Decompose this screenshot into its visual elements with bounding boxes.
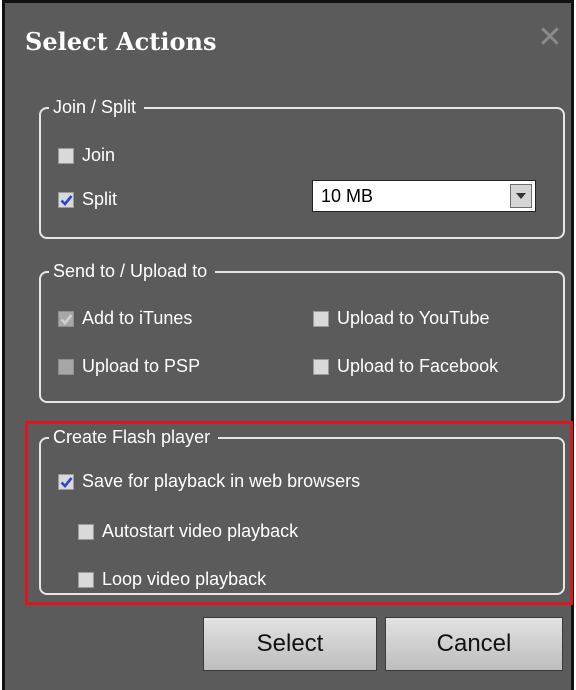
join-split-group: Join / Split (39, 96, 565, 239)
upload-psp-checkbox[interactable]: Upload to PSP (58, 356, 200, 377)
upload-psp-label: Upload to PSP (82, 356, 201, 376)
chevron-down-icon[interactable] (510, 184, 532, 208)
checkbox-checked-icon (58, 473, 74, 490)
split-size-select[interactable]: 10 MB (312, 180, 536, 212)
close-icon[interactable]: ✕ (535, 23, 565, 53)
send-upload-group: Send to / Upload to (39, 260, 565, 403)
upload-facebook-label: Upload to Facebook (337, 356, 499, 376)
loop-checkbox[interactable]: Loop video playback (78, 569, 266, 590)
upload-youtube-checkbox[interactable]: Upload to YouTube (313, 308, 489, 329)
split-size-value: 10 MB (321, 186, 374, 206)
checkbox-disabled-box (58, 358, 74, 375)
checkbox-box (58, 147, 74, 164)
save-web-checkbox[interactable]: Save for playback in web browsers (58, 471, 360, 492)
add-itunes-label: Add to iTunes (82, 308, 193, 328)
upload-facebook-checkbox[interactable]: Upload to Facebook (313, 356, 498, 377)
dialog-title: Select Actions (25, 27, 217, 56)
send-upload-legend: Send to / Upload to (49, 260, 216, 282)
checkbox-box (313, 358, 329, 375)
autostart-label: Autostart video playback (102, 521, 299, 541)
join-split-legend: Join / Split (49, 96, 145, 118)
loop-label: Loop video playback (102, 569, 267, 589)
join-checkbox[interactable]: Join (58, 145, 115, 166)
autostart-checkbox[interactable]: Autostart video playback (78, 521, 298, 542)
checkbox-box (78, 571, 94, 588)
cancel-button[interactable]: Cancel (385, 617, 563, 671)
select-actions-dialog: Select Actions ✕ Join / Split Join Split… (2, 0, 574, 690)
join-label: Join (82, 145, 116, 165)
checkbox-checked-icon (58, 191, 74, 208)
checkbox-box (313, 310, 329, 327)
flash-player-legend: Create Flash player (49, 426, 219, 448)
upload-youtube-label: Upload to YouTube (337, 308, 490, 328)
title-bar: Select Actions ✕ (5, 3, 571, 85)
split-checkbox[interactable]: Split (58, 189, 117, 210)
save-web-label: Save for playback in web browsers (82, 471, 361, 491)
checkbox-box (78, 523, 94, 540)
select-button[interactable]: Select (203, 617, 377, 671)
add-itunes-checkbox[interactable]: Add to iTunes (58, 308, 192, 329)
checkbox-disabled-checked-icon (58, 310, 74, 327)
split-label: Split (82, 189, 118, 209)
